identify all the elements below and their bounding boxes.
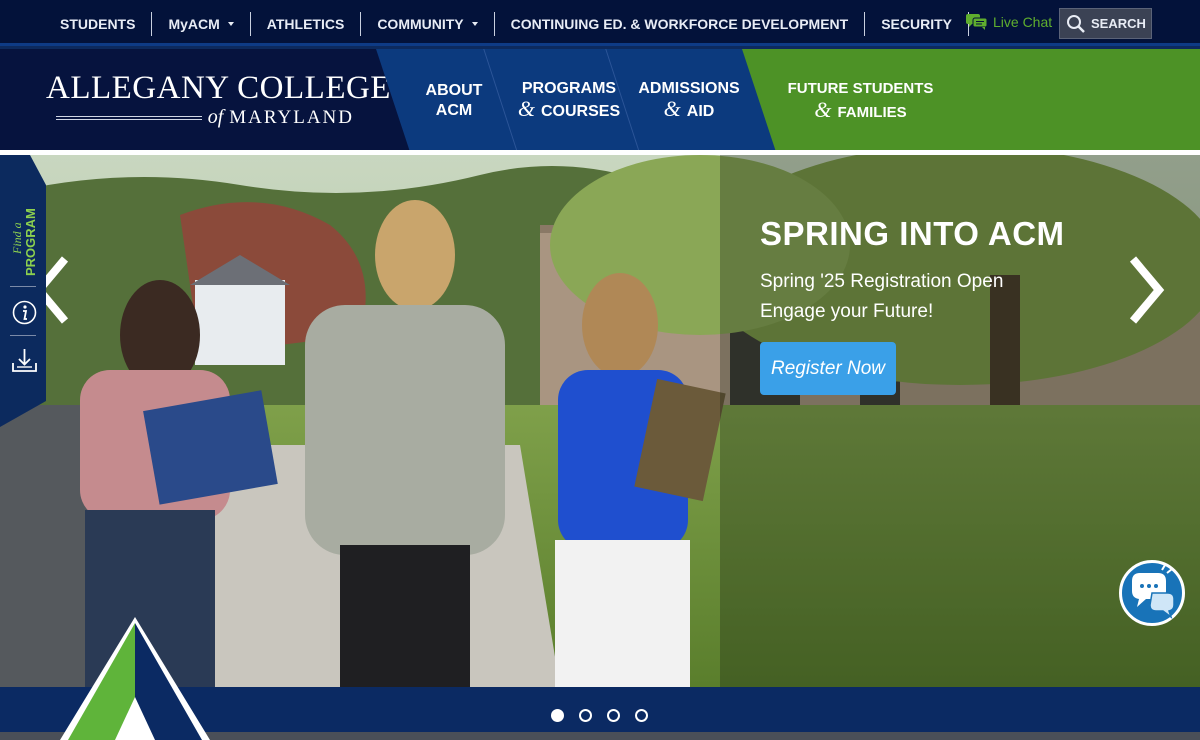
ampersand: & (663, 96, 681, 121)
logo-rule (56, 115, 202, 120)
nav-programs-courses[interactable]: PROGRAMS & COURSES (508, 49, 630, 152)
logo-panel[interactable]: ALLEGANY COLLEGE of MARYLAND (0, 49, 410, 152)
slide-dot-2[interactable] (579, 709, 592, 722)
nav-future-students-families[interactable]: FUTURE STUDENTS & FAMILIES (778, 49, 943, 152)
ampersand: & (517, 96, 535, 121)
nav-admissions-line2: AID (686, 103, 715, 120)
hero-title: SPRING INTO ACM (760, 215, 1065, 252)
program-text: PROGRAM (23, 208, 38, 276)
nav-admissions-line2-wrap: & AID (663, 96, 715, 122)
util-students-link[interactable]: STUDENTS (44, 12, 153, 36)
ampersand: & (814, 97, 832, 122)
slide-dot-1[interactable] (551, 709, 564, 722)
util-athletics-link[interactable]: ATHLETICS (251, 12, 362, 36)
find-program-link[interactable]: Find a PROGRAM (0, 190, 46, 280)
slide-dot-4[interactable] (635, 709, 648, 722)
side-divider (10, 286, 36, 287)
util-security-label: SECURITY (881, 16, 952, 32)
nav-programs-line2: COURSES (541, 103, 621, 120)
future-line2: FAMILIES (837, 104, 907, 121)
logo-maryland: MARYLAND (229, 106, 354, 128)
caret-down-icon (471, 22, 478, 26)
chat-bubble-button[interactable] (1119, 560, 1185, 626)
nav-admissions-line1: ADMISSIONS (638, 80, 740, 97)
main-header: ALLEGANY COLLEGE of MARYLAND ABOUT ACM P… (0, 49, 1200, 152)
utility-bar: STUDENTS MyACM ATHLETICS COMMUNITY CONTI… (0, 0, 1200, 46)
logo-college-name: ALLEGANY COLLEGE (46, 70, 391, 106)
logo-subtitle: of MARYLAND (56, 106, 354, 129)
util-continuing-ed-link[interactable]: CONTINUING ED. & WORKFORCE DEVELOPMENT (495, 12, 866, 36)
chat-bubble-icon (1132, 564, 1175, 620)
logo-of: of (207, 106, 224, 128)
live-chat-label: Live Chat (993, 14, 1053, 30)
caret-down-icon (227, 22, 234, 26)
hero-subtitle-1: Spring '25 Registration Open (760, 271, 1004, 292)
util-myacm-label: MyACM (168, 16, 220, 32)
slider-dots (551, 709, 663, 722)
chevron-right-icon[interactable] (1125, 255, 1165, 325)
register-now-button[interactable]: Register Now (760, 342, 896, 395)
util-students-label: STUDENTS (60, 16, 136, 32)
util-community-label: COMMUNITY (377, 16, 464, 32)
search-icon (1067, 14, 1085, 33)
slide-dot-3[interactable] (607, 709, 620, 722)
future-line1: FUTURE STUDENTS (787, 80, 934, 97)
live-chat-link[interactable]: Live Chat (966, 14, 1052, 30)
find-a-text: Find a (10, 222, 24, 255)
util-athletics-label: ATHLETICS (266, 16, 345, 32)
chat-icon (966, 14, 988, 30)
nav-about-line1: ABOUT (425, 81, 483, 99)
nav-programs-line1: PROGRAMS (521, 80, 617, 97)
util-continuing-ed-label: CONTINUING ED. & WORKFORCE DEVELOPMENT (510, 16, 849, 32)
nav-admissions-aid[interactable]: ADMISSIONS & AID (630, 49, 748, 152)
util-security-link[interactable]: SECURITY (865, 12, 969, 36)
util-myacm-link[interactable]: MyACM (152, 12, 251, 36)
nav-about-acm[interactable]: ABOUT ACM (400, 49, 508, 152)
search-button[interactable]: SEARCH (1059, 8, 1152, 39)
side-divider (10, 335, 36, 336)
utility-nav: STUDENTS MyACM ATHLETICS COMMUNITY CONTI… (44, 12, 969, 36)
nav-programs-line2-wrap: & COURSES (517, 96, 621, 122)
acm-triangle-logo (60, 617, 210, 740)
future-line2-wrap: & FAMILIES (814, 99, 906, 123)
hero-subtitle-2: Engage your Future! (760, 301, 934, 322)
util-community-link[interactable]: COMMUNITY (361, 12, 495, 36)
main-nav: ABOUT ACM PROGRAMS & COURSES ADMISSIONS &… (400, 49, 748, 152)
search-label: SEARCH (1091, 16, 1146, 31)
nav-about-line2: ACM (435, 101, 473, 119)
info-icon[interactable] (12, 300, 37, 325)
download-icon[interactable] (11, 347, 38, 374)
find-program-text: Find a PROGRAM (10, 208, 38, 276)
